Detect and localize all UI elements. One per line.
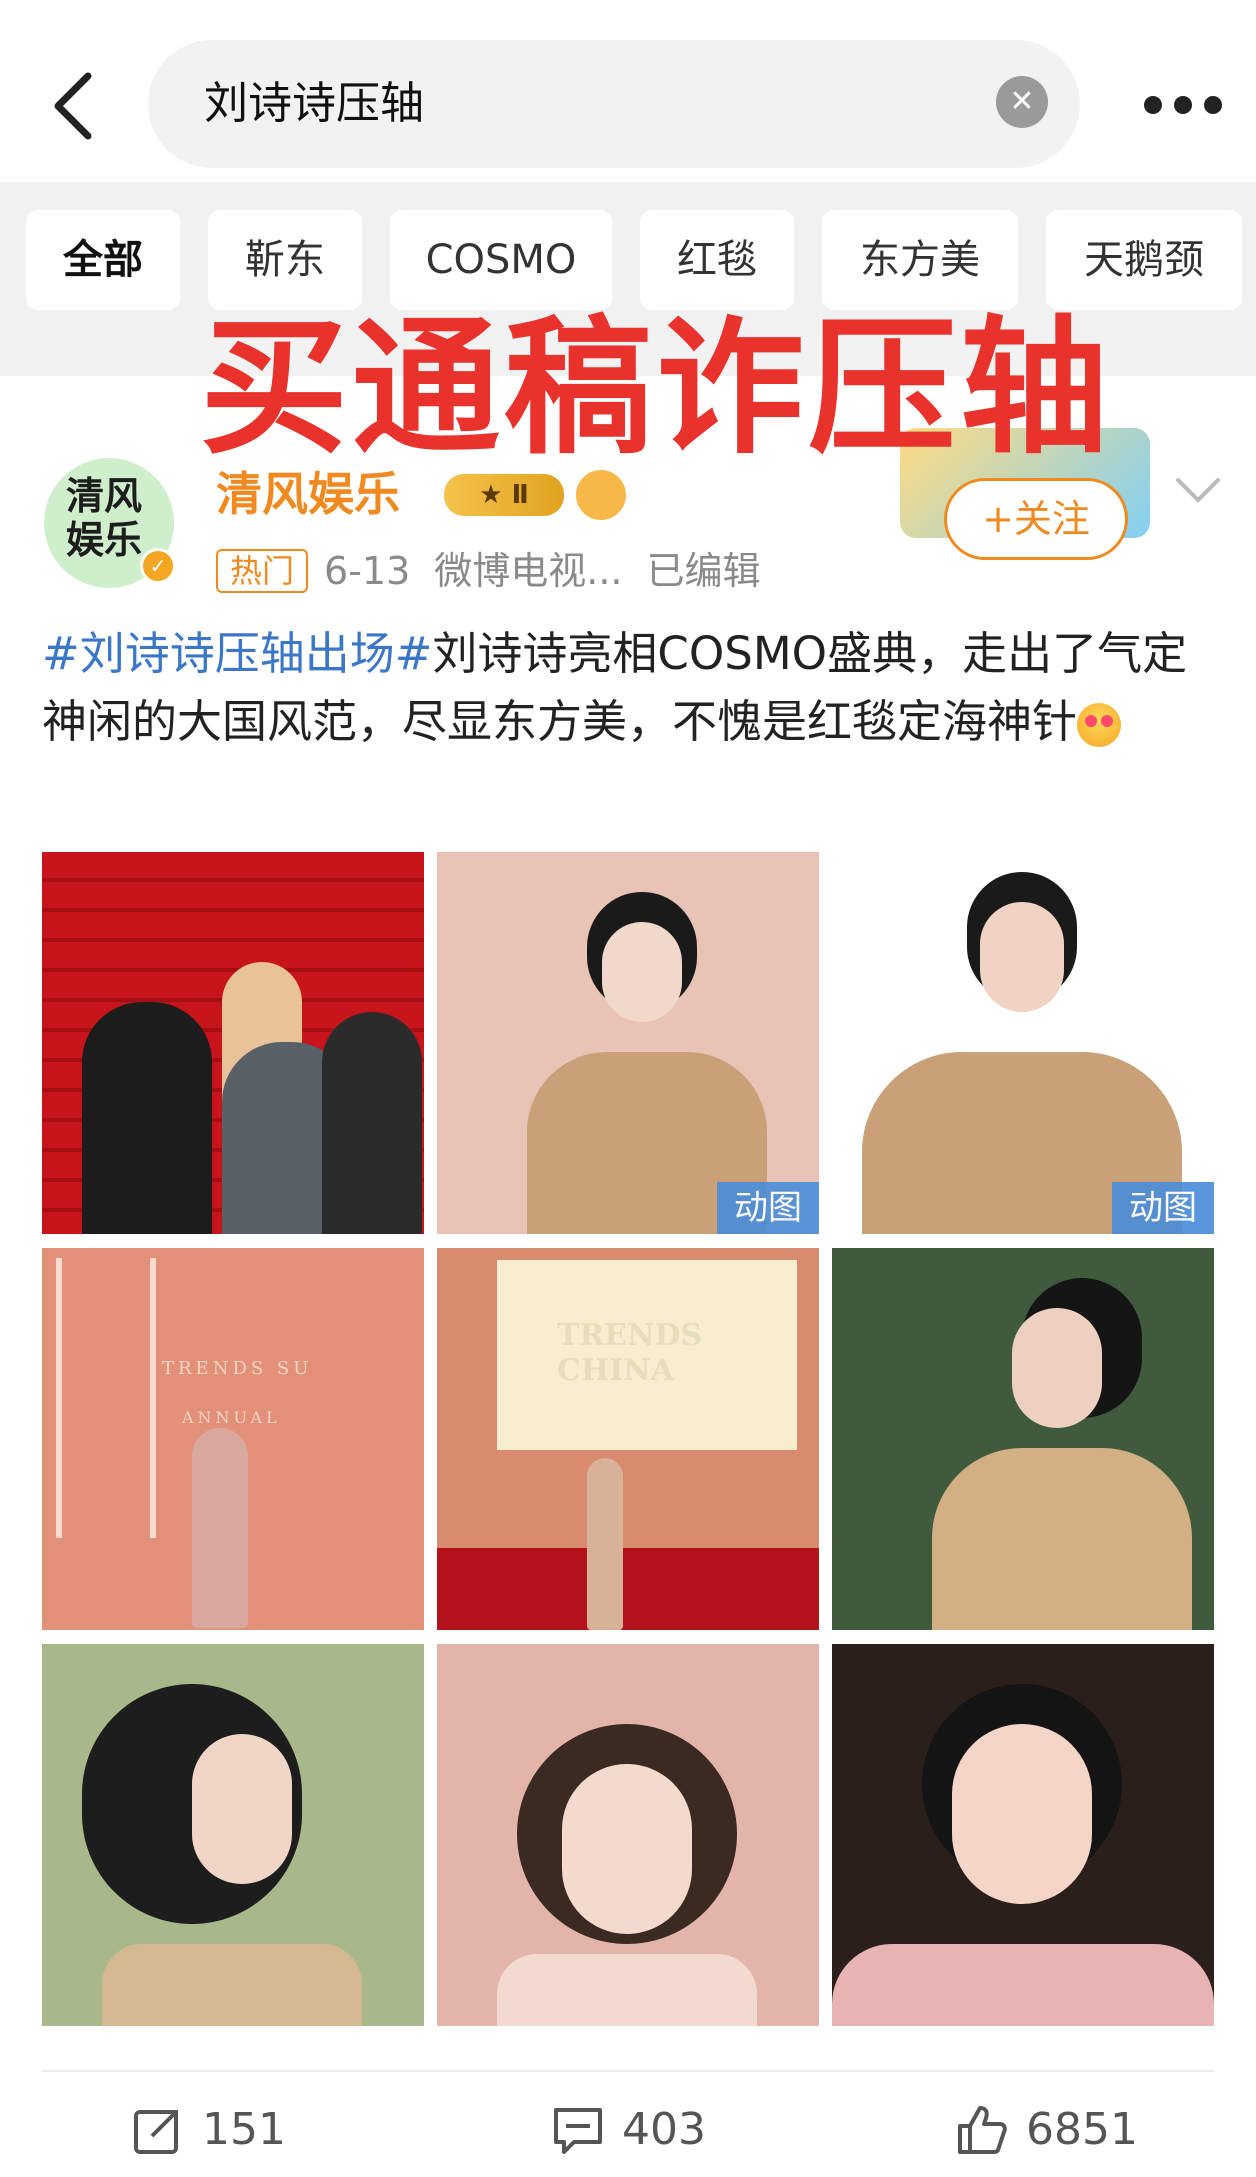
vip-level-text: Ⅱ	[511, 480, 529, 510]
chevron-left-icon	[54, 72, 92, 140]
more-horizontal-icon[interactable]	[1144, 94, 1224, 118]
tab-all[interactable]: 全部	[26, 210, 180, 310]
comment-button[interactable]: 403	[552, 2098, 706, 2158]
hot-tag: 热门	[216, 548, 309, 593]
action-divider	[42, 2070, 1214, 2072]
share-icon	[134, 2110, 178, 2154]
comment-count: 403	[622, 2104, 706, 2155]
image-thumbnail[interactable]: 动图	[437, 852, 819, 1234]
top-search-bar: 刘诗诗压轴 ✕	[0, 0, 1256, 182]
username[interactable]: 清风娱乐	[216, 466, 400, 522]
close-icon[interactable]: ✕	[996, 76, 1048, 128]
post-meta: 热门 6-13 微博电视... 已编辑	[216, 540, 785, 596]
image-caption: TRENDS CHINA	[557, 1318, 703, 1388]
tab-jindong[interactable]: 靳东	[208, 210, 362, 310]
tab-red-carpet[interactable]: 红毯	[640, 210, 794, 310]
search-query-text: 刘诗诗压轴	[204, 78, 424, 129]
tab-oriental-beauty[interactable]: 东方美	[822, 210, 1018, 310]
heart-eyes-emoji-icon	[1077, 703, 1122, 747]
tab-swan-neck[interactable]: 天鹅颈	[1046, 210, 1242, 310]
post-source: 微博电视...	[434, 548, 623, 593]
search-input[interactable]: 刘诗诗压轴 ✕	[148, 40, 1080, 168]
fan-badge-icon	[576, 470, 626, 520]
overlay-title: 买通稿诈压轴	[200, 302, 1112, 474]
image-thumbnail[interactable]	[832, 1248, 1214, 1630]
repost-count: 151	[202, 2104, 286, 2155]
post-text: #刘诗诗压轴出场#刘诗诗亮相COSMO盛典，走出了气定神闲的大国风范，尽显东方美…	[42, 620, 1222, 756]
post-date: 6-13	[324, 548, 411, 593]
image-caption: ANNUAL	[182, 1408, 281, 1427]
avatar-logo-text: 清风娱乐	[66, 473, 143, 562]
gif-badge: 动图	[1112, 1182, 1214, 1234]
image-grid: 动图 动图 TRENDS SU ANNUAL TRENDS CHINA	[42, 852, 1214, 2026]
like-button[interactable]: 6851	[956, 2098, 1138, 2158]
image-thumbnail[interactable]	[832, 1644, 1214, 2026]
follow-button[interactable]: +关注	[944, 478, 1128, 560]
tab-cosmo[interactable]: COSMO	[390, 210, 612, 310]
verified-badge-icon: ✓	[140, 548, 176, 584]
thumbs-up-icon	[958, 2106, 1007, 2154]
image-thumbnail[interactable]: 动图	[832, 852, 1214, 1234]
hashtag-link[interactable]: #刘诗诗压轴出场#	[42, 627, 432, 680]
comment-icon	[554, 2108, 602, 2154]
image-thumbnail[interactable]: TRENDS SU ANNUAL	[42, 1248, 424, 1630]
image-thumbnail[interactable]	[42, 852, 424, 1234]
edited-label: 已编辑	[646, 548, 761, 593]
image-thumbnail[interactable]	[437, 1644, 819, 2026]
like-count: 6851	[1026, 2104, 1138, 2155]
repost-button[interactable]: 151	[132, 2098, 286, 2158]
image-thumbnail[interactable]	[42, 1644, 424, 2026]
chevron-down-icon[interactable]	[1172, 470, 1224, 510]
vip-level-badge: ★ Ⅱ	[444, 474, 564, 516]
image-caption: TRENDS SU	[162, 1358, 313, 1379]
gif-badge: 动图	[717, 1182, 819, 1234]
image-thumbnail[interactable]: TRENDS CHINA	[437, 1248, 819, 1630]
back-button[interactable]	[48, 70, 100, 142]
